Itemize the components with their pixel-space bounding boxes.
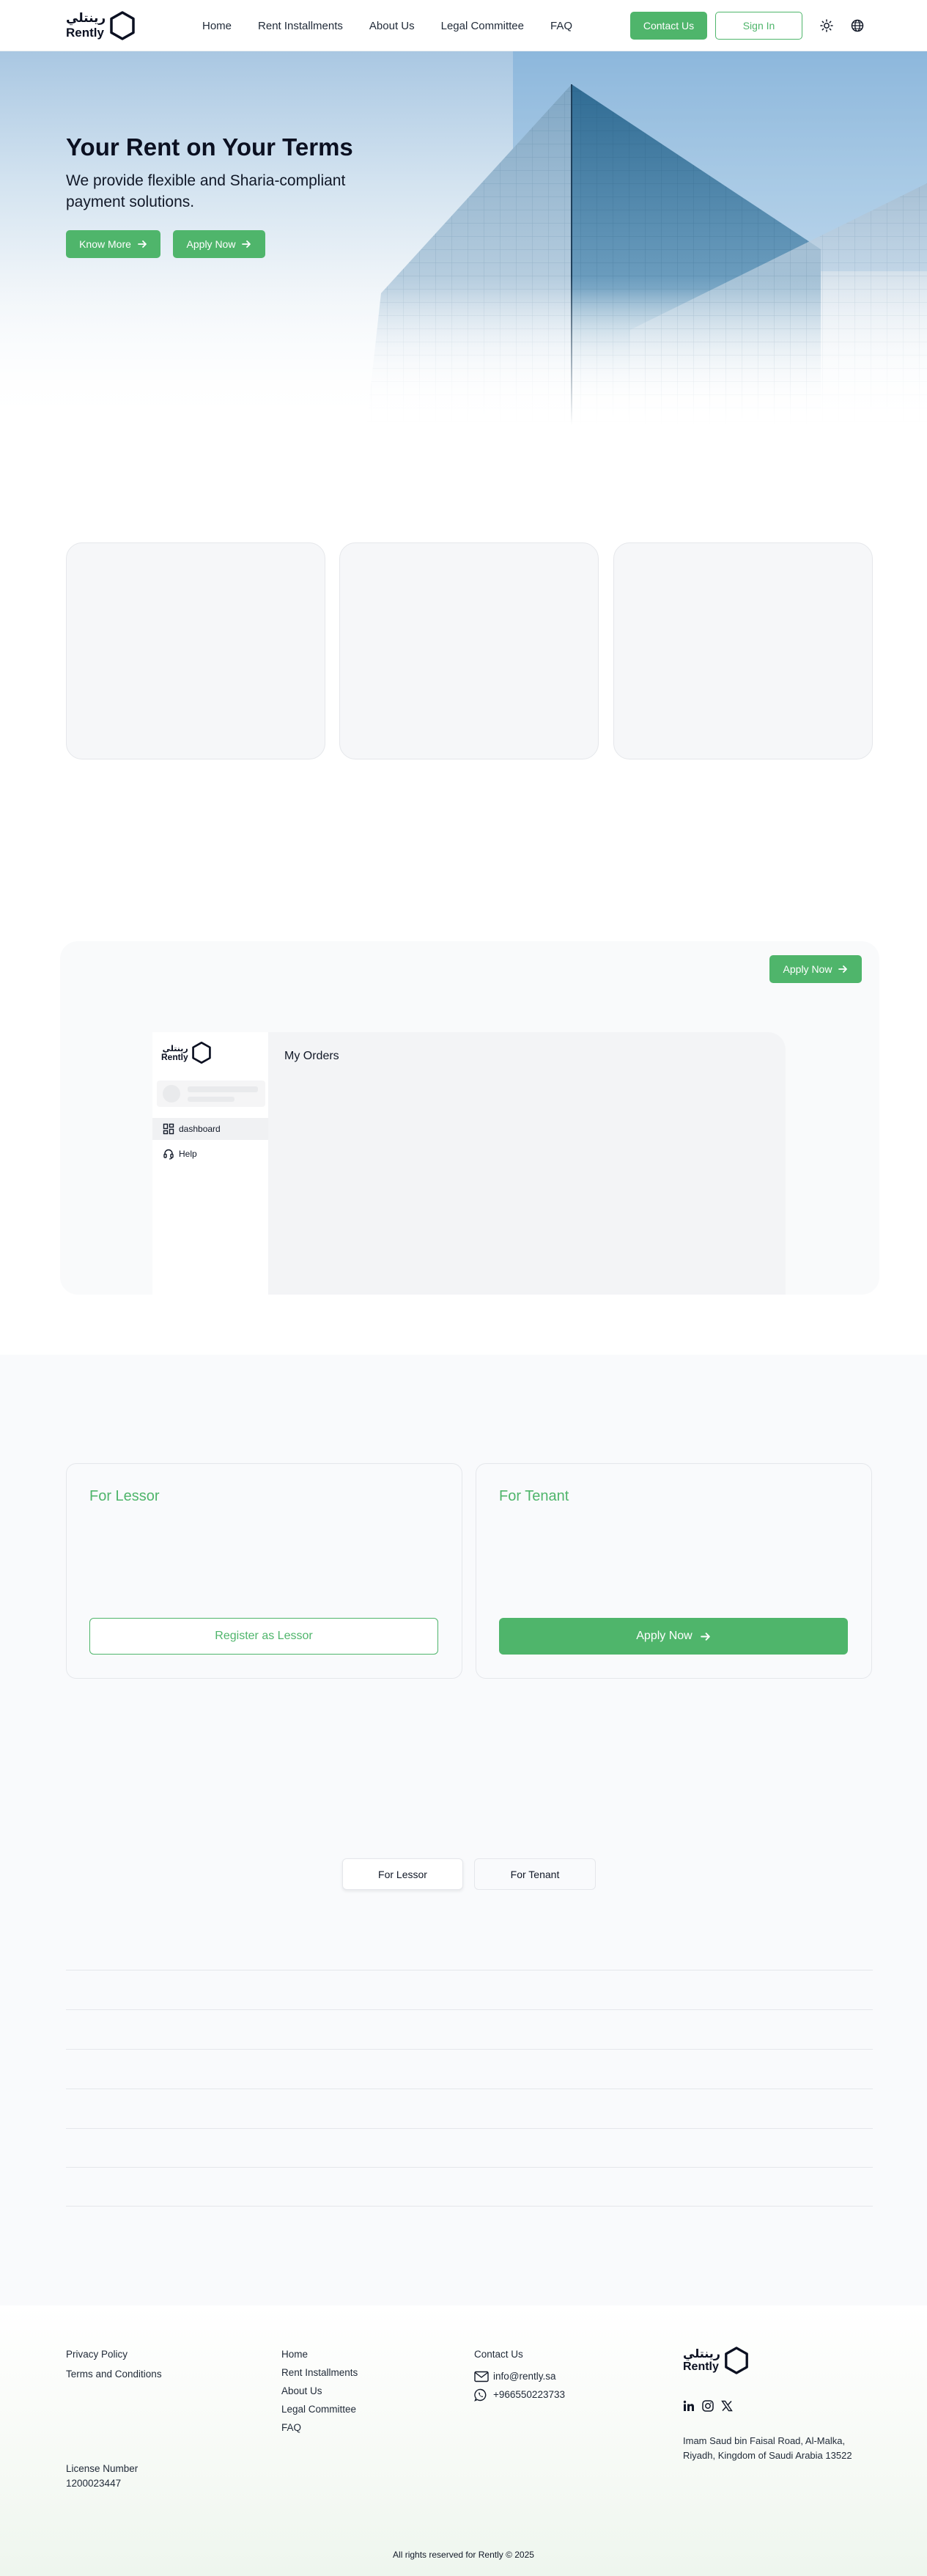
preview-main-title: My Orders [284, 1050, 339, 1062]
lessor-title: For Lessor [89, 1488, 160, 1504]
sun-icon[interactable] [819, 18, 834, 33]
footer-logo-english: Rently [683, 2360, 719, 2373]
hero-title: Your Rent on Your Terms [66, 133, 353, 161]
nav-about-us[interactable]: About Us [369, 20, 415, 32]
hero-apply-now-label: Apply Now [186, 238, 236, 250]
footer-link-legal-committee[interactable]: Legal Committee [281, 2404, 356, 2415]
tenant-apply-now-button[interactable]: Apply Now [499, 1618, 848, 1655]
privacy-policy-link[interactable]: Privacy Policy [66, 2349, 128, 2360]
register-as-lessor-label: Register as Lessor [215, 1630, 313, 1642]
site-logo[interactable]: رينتلي Rently [66, 10, 136, 41]
hero-apply-now-button[interactable]: Apply Now [173, 230, 265, 258]
hexagon-logo-icon [110, 11, 135, 40]
logo-english: Rently [66, 26, 104, 40]
footer-email[interactable]: info@rently.sa [493, 2371, 556, 2382]
tenant-title: For Tenant [499, 1488, 569, 1504]
footer-logo-arabic: رينتلي [683, 2347, 720, 2360]
sign-in-button[interactable]: Sign In [715, 12, 802, 40]
know-more-button[interactable]: Know More [66, 230, 160, 258]
main-nav: Home Rent Installments About Us Legal Co… [202, 0, 572, 51]
footer-link-faq[interactable]: FAQ [281, 2422, 301, 2433]
site-header: رينتلي Rently Home Rent Installments Abo… [0, 0, 927, 51]
footer-logo: رينتلي Rently [683, 2346, 750, 2375]
page: رينتلي Rently Home Rent Installments Abo… [0, 0, 927, 2576]
linkedin-icon[interactable] [683, 2400, 695, 2412]
tab-for-tenant[interactable]: For Tenant [474, 1858, 596, 1890]
faq-item-divider [66, 2206, 873, 2207]
address-line-2: Riyadh, Kingdom of Saudi Arabia 13522 [683, 2450, 852, 2461]
hexagon-logo-icon [725, 2347, 748, 2374]
feature-card-3 [613, 542, 873, 759]
contact-us-button[interactable]: Contact Us [630, 12, 707, 40]
hexagon-logo-icon [191, 1041, 211, 1064]
arrow-right-icon [838, 965, 848, 973]
logo-text: رينتلي Rently [66, 11, 106, 40]
footer-contact-title: Contact Us [474, 2349, 523, 2360]
license-number: 1200023447 [66, 2478, 122, 2489]
footer-link-home[interactable]: Home [281, 2349, 308, 2360]
name-skeleton [188, 1086, 258, 1092]
preview-logo-arabic: رينتلي [162, 1043, 188, 1053]
hero-section: Your Rent on Your Terms We provide flexi… [0, 51, 927, 425]
register-as-lessor-button[interactable]: Register as Lessor [89, 1618, 438, 1655]
footer-phone[interactable]: +966550223733 [493, 2389, 565, 2400]
nav-faq[interactable]: FAQ [550, 20, 572, 32]
hero-subtitle: We provide flexible and Sharia-compliant… [66, 172, 346, 210]
footer-logo-text: رينتلي Rently [683, 2348, 720, 2373]
address-line-1: Imam Saud bin Faisal Road, Al-Malka, [683, 2435, 846, 2446]
dashboard-icon [163, 1123, 174, 1135]
know-more-label: Know More [79, 238, 131, 250]
license-label: License Number [66, 2463, 139, 2474]
faq-item-divider [66, 2128, 873, 2129]
faq-item-divider [66, 2009, 873, 2010]
preview-logo-english: Rently [161, 1051, 188, 1062]
preview-apply-now-button[interactable]: Apply Now [769, 955, 862, 983]
arrow-right-icon [138, 240, 147, 248]
tab-for-lessor[interactable]: For Lessor [342, 1858, 463, 1890]
feature-card-1 [66, 542, 325, 759]
nav-home[interactable]: Home [202, 20, 232, 32]
sidebar-item-label: dashboard [179, 1124, 221, 1134]
feature-card-2 [339, 542, 599, 759]
preview-logo: رينتلي Rently [161, 1041, 213, 1064]
preview-logo-text: رينتلي Rently [161, 1045, 188, 1061]
role-skeleton [188, 1097, 234, 1102]
headset-icon [163, 1149, 174, 1160]
x-icon[interactable] [721, 2400, 733, 2412]
preview-apply-now-label: Apply Now [783, 963, 832, 975]
avatar-skeleton [163, 1085, 180, 1103]
preview-main-panel [268, 1032, 786, 1295]
whatsapp-icon [474, 2388, 487, 2402]
nav-legal-committee[interactable]: Legal Committee [441, 20, 524, 32]
nav-rent-installments[interactable]: Rent Installments [258, 20, 343, 32]
instagram-icon[interactable] [702, 2400, 714, 2412]
sidebar-item-help[interactable]: Help [152, 1143, 268, 1165]
faq-item-divider [66, 2049, 873, 2050]
arrow-right-icon [242, 240, 251, 248]
tenant-apply-now-label: Apply Now [636, 1630, 693, 1642]
footer-link-about-us[interactable]: About Us [281, 2385, 322, 2396]
sidebar-item-label: Help [179, 1149, 197, 1159]
profile-skeleton [157, 1081, 265, 1107]
logo-arabic: رينتلي [66, 11, 106, 26]
sidebar-item-dashboard[interactable]: dashboard [152, 1118, 268, 1140]
copyright-text: All rights reserved for Rently © 2025 [393, 2550, 534, 2560]
globe-icon[interactable] [850, 18, 865, 33]
terms-link[interactable]: Terms and Conditions [66, 2369, 162, 2380]
footer-link-rent-installments[interactable]: Rent Installments [281, 2367, 358, 2378]
faq-item-divider [66, 2167, 873, 2168]
mail-icon [474, 2371, 489, 2382]
arrow-right-icon [700, 1632, 710, 1641]
